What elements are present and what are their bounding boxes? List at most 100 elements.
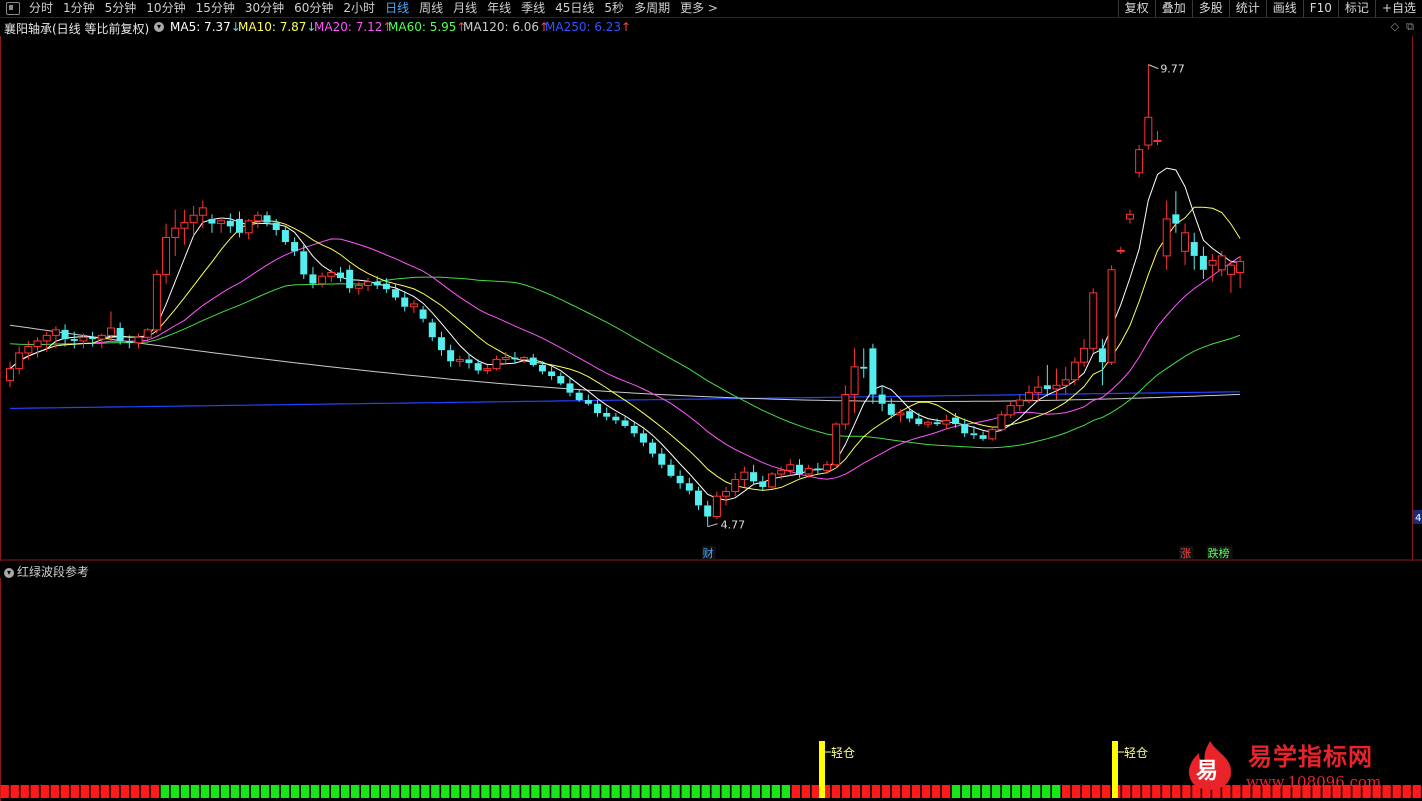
tool-button-1[interactable]: 叠加 xyxy=(1154,0,1192,17)
stack-icon[interactable]: ⧉ xyxy=(1406,20,1414,33)
event-marker-1[interactable]: 涨 xyxy=(1180,547,1191,560)
tab-6[interactable]: 60分钟 xyxy=(289,0,338,17)
candle xyxy=(759,475,767,491)
candle xyxy=(1116,246,1125,255)
candle xyxy=(217,217,226,233)
tab-10[interactable]: 月线 xyxy=(448,0,482,17)
candle xyxy=(997,411,1006,432)
wave-bar xyxy=(841,785,851,798)
wave-bar xyxy=(260,785,270,798)
tool-button-4[interactable]: 画线 xyxy=(1265,0,1303,17)
wave-bar xyxy=(661,785,670,798)
candle xyxy=(1006,401,1015,418)
tab-12[interactable]: 季线 xyxy=(516,0,550,17)
candle xyxy=(603,407,611,421)
signal-bar-1 xyxy=(1112,741,1118,798)
wave-bar xyxy=(341,785,350,798)
candle xyxy=(447,344,455,367)
candle xyxy=(253,211,262,229)
candle xyxy=(695,486,702,511)
tab-3[interactable]: 10分钟 xyxy=(141,0,190,17)
wave-bar xyxy=(10,785,19,798)
tool-button-3[interactable]: 统计 xyxy=(1228,0,1266,17)
candle xyxy=(226,213,234,233)
candle xyxy=(236,211,243,238)
candle xyxy=(649,438,657,458)
tab-16[interactable]: 更多 > xyxy=(675,0,723,17)
wave-bar xyxy=(631,785,640,798)
candle xyxy=(171,209,180,256)
candle xyxy=(814,462,822,474)
candle xyxy=(621,416,629,428)
wave-bar xyxy=(310,785,320,798)
candle xyxy=(511,352,519,364)
candle xyxy=(1153,131,1162,146)
wave-bar xyxy=(741,785,750,798)
candle xyxy=(318,272,327,288)
wave-bar xyxy=(931,785,941,798)
tab-8[interactable]: 日线 xyxy=(380,0,414,17)
price-chart[interactable]: 9.77 4.77 财 涨 跌榜 4 xyxy=(0,36,1422,561)
candle xyxy=(1098,339,1106,386)
candle xyxy=(364,278,373,292)
event-marker-2[interactable]: 跌榜 xyxy=(1208,546,1230,560)
tab-13[interactable]: 45日线 xyxy=(550,0,599,17)
ma-value-2: MA20: 7.12 xyxy=(314,20,383,34)
tool-button-0[interactable]: 复权 xyxy=(1117,0,1155,17)
signal-bar-0 xyxy=(819,741,825,798)
wave-bar xyxy=(200,785,210,798)
candle xyxy=(1015,394,1024,412)
tool-button-7[interactable]: +自选 xyxy=(1374,0,1422,17)
candle xyxy=(1162,200,1171,270)
candle xyxy=(1107,265,1116,365)
wave-bar xyxy=(1001,785,1011,798)
period-tabs: 分时 1分钟 5分钟 10分钟 15分钟 30分钟 60分钟 2小时 日线 周线 月线 年线 季线 45日… xyxy=(0,0,723,17)
ma-label-1: MA10: 7.87↓ xyxy=(238,20,316,34)
tool-button-6[interactable]: 标记 xyxy=(1337,0,1375,17)
wave-bar xyxy=(170,785,180,798)
wave-bar xyxy=(941,785,951,798)
wave-bar xyxy=(1052,785,1061,798)
candle xyxy=(437,331,445,356)
window-icon[interactable] xyxy=(6,2,20,15)
tab-0[interactable]: 分时 xyxy=(24,0,58,17)
indicator-settings-icon[interactable]: ▾ xyxy=(4,567,14,578)
candle xyxy=(1052,368,1061,401)
wave-bar xyxy=(321,785,330,798)
tab-5[interactable]: 30分钟 xyxy=(240,0,289,17)
wave-bar xyxy=(431,785,440,798)
ma-value-0: MA5: 7.37 xyxy=(170,20,231,34)
candle xyxy=(594,400,602,417)
diamond-icon[interactable]: ◇ xyxy=(1391,20,1399,33)
signal-label-1: 轻仓 xyxy=(1124,746,1148,760)
wave-bar xyxy=(611,785,620,798)
tab-4[interactable]: 15分钟 xyxy=(191,0,240,17)
ma-label-4: MA120: 6.06↑ xyxy=(463,20,549,34)
indicator-title: 红绿波段参考 xyxy=(17,565,90,579)
tab-1[interactable]: 1分钟 xyxy=(58,0,100,17)
candle xyxy=(924,420,932,428)
wave-bar xyxy=(120,785,130,798)
wave-bar xyxy=(861,785,871,798)
wave-bar xyxy=(451,785,460,798)
event-marker-0[interactable]: 财 xyxy=(703,546,714,560)
tab-7[interactable]: 2小时 xyxy=(338,0,380,17)
candle xyxy=(208,214,216,233)
tab-11[interactable]: 年线 xyxy=(482,0,516,17)
tab-15[interactable]: 多周期 xyxy=(629,0,675,17)
wave-bar xyxy=(401,785,410,798)
candle xyxy=(1089,288,1098,353)
tab-2[interactable]: 5分钟 xyxy=(100,0,142,17)
tool-button-2[interactable]: 多股 xyxy=(1191,0,1229,17)
candle xyxy=(667,459,675,478)
ma10-line xyxy=(9,206,1241,491)
wave-bar xyxy=(871,785,881,798)
tab-14[interactable]: 5秒 xyxy=(599,0,629,17)
tab-9[interactable]: 周线 xyxy=(414,0,448,17)
tool-button-5[interactable]: F10 xyxy=(1302,0,1338,17)
candle xyxy=(520,355,529,364)
wave-bar xyxy=(140,785,150,798)
chart-corner-icons: ◇ ⧉ xyxy=(1391,20,1414,34)
wave-bar xyxy=(411,785,420,798)
candle xyxy=(33,337,42,358)
